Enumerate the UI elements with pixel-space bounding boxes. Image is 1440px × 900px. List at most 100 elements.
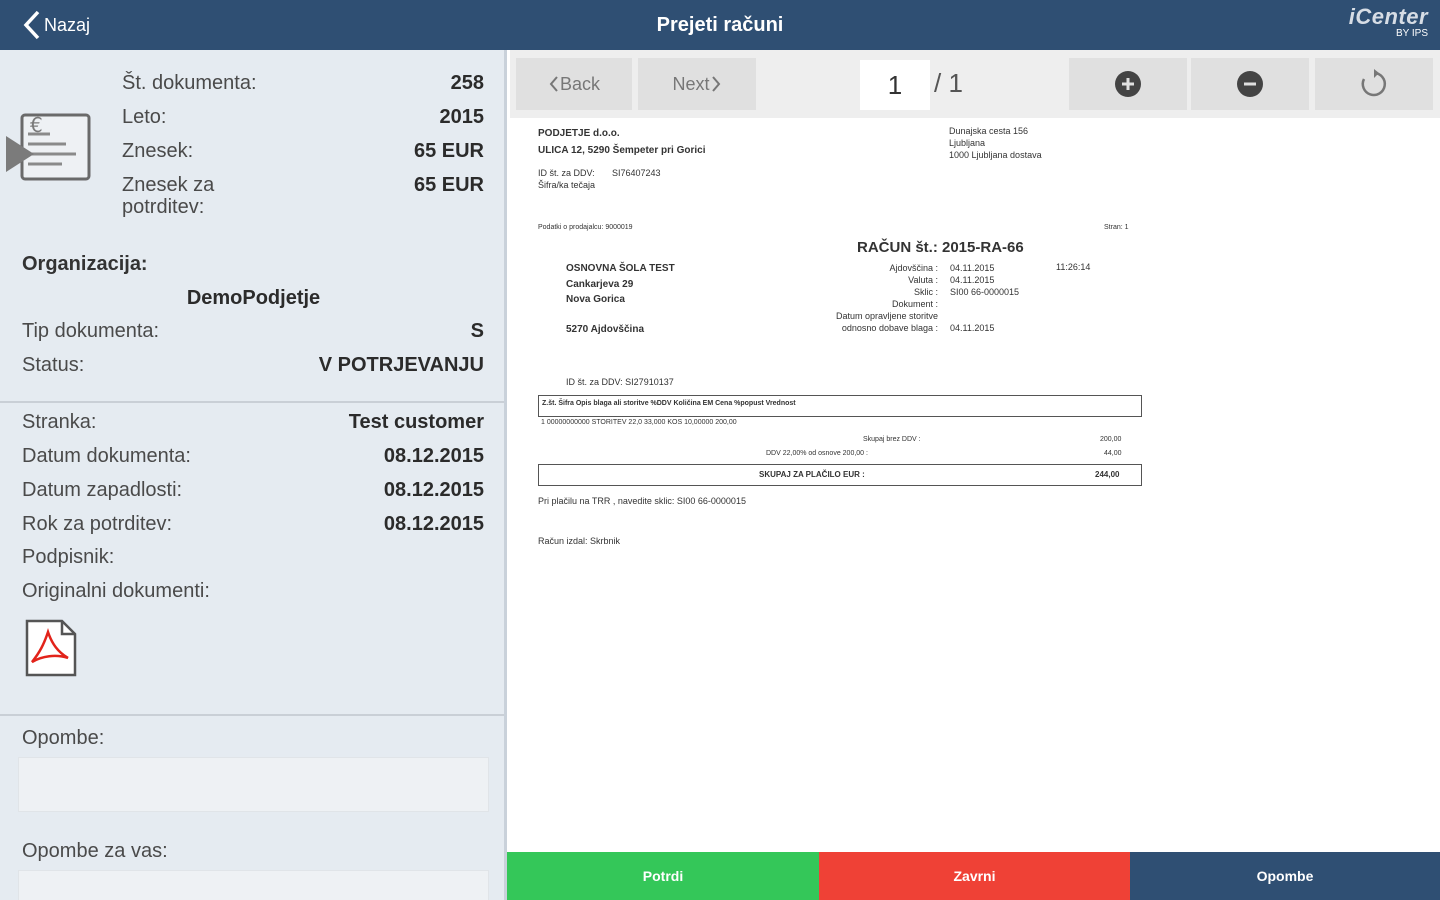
invoice-payment-note: Pri plačilu na TRR , navedite sklic: SI0…: [538, 496, 746, 506]
doc-type-label: Tip dokumenta:: [22, 320, 160, 342]
viewer-next-button[interactable]: Next: [638, 58, 756, 110]
page-number-input[interactable]: [860, 60, 930, 110]
svg-text:€: €: [30, 113, 43, 137]
zoom-in-button[interactable]: [1069, 58, 1187, 110]
page-total: / 1: [934, 68, 963, 98]
invoice-right-address-3: 1000 Ljubljana dostava: [949, 150, 1042, 160]
pdf-file-icon[interactable]: [24, 618, 78, 678]
status-value: V POTRJEVANJU: [318, 354, 484, 376]
notes-label: Opombe:: [22, 727, 105, 749]
organization-label: Organizacija:: [22, 253, 148, 275]
amount-confirm-row: Znesek za potrditev: 65 EUR: [122, 174, 484, 218]
notes-for-you-label: Opombe za vas:: [22, 840, 168, 862]
due-date-row: Datum zapadlosti: 08.12.2015: [22, 479, 484, 502]
invoice-company: PODJETJE d.o.o.: [538, 128, 620, 139]
plus-circle-icon: [1115, 71, 1141, 97]
invoice-company-address: ULICA 12, 5290 Šempeter pri Gorici: [538, 145, 706, 156]
year-label: Leto:: [122, 106, 167, 128]
customer-row: Stranka: Test customer: [22, 411, 484, 434]
customer-label: Stranka:: [22, 411, 97, 433]
status-row: Status: V POTRJEVANJU: [22, 354, 484, 377]
doc-type-value: S: [470, 320, 484, 342]
top-bar: Nazaj Prejeti računi iCenter BY IPS: [0, 0, 1440, 50]
original-docs-label: Originalni dokumenti:: [22, 580, 210, 602]
invoice-meta-time: 11:26:14: [1056, 262, 1091, 272]
invoice-table-header: Z.št. Šifra Opis blaga ali storitve %DDV…: [538, 395, 1142, 417]
invoice-page-label: Stran: 1: [1104, 224, 1129, 231]
due-date-label: Datum zapadlosti:: [22, 479, 183, 501]
logo-main: iCenter: [1348, 4, 1428, 29]
page-title: Prejeti računi: [656, 14, 784, 36]
invoice-right-address-1: Dunajska cesta 156: [949, 126, 1029, 136]
invoice-table-row: 1 00000000000 STORITEV 22,0 33,000 KOS 1…: [541, 419, 737, 426]
invoice-meta-labels: Ajdovščina : Valuta : Sklic : Dokument :…: [835, 263, 938, 333]
minus-circle-icon: [1237, 71, 1263, 97]
divider: [0, 714, 504, 716]
doc-date-row: Datum dokumenta: 08.12.2015: [22, 445, 484, 468]
doc-number-value: 258: [450, 72, 484, 94]
invoice-vat-line: DDV 22,00% od osnove 200,00 :: [766, 450, 868, 457]
amount-confirm-label: Znesek za potrditev:: [122, 174, 215, 218]
rotate-icon: [1361, 69, 1387, 97]
confirm-button[interactable]: Potrdi: [507, 852, 819, 900]
logo: iCenter BY IPS: [1349, 4, 1428, 39]
amount-value: 65 EUR: [413, 140, 484, 162]
confirm-deadline-label: Rok za potrditev:: [22, 513, 173, 535]
viewer-back-button[interactable]: Back: [516, 58, 632, 110]
doc-number-label: Št. dokumenta:: [122, 72, 257, 94]
invoice-buyer-2: Cankarjeva 29: [566, 279, 634, 290]
invoice-total-value: 244,00: [1095, 470, 1120, 479]
invoice-seller-label: Šifra/ka tečaja: [538, 180, 596, 190]
notes-for-you-input[interactable]: [18, 870, 489, 900]
invoice-subtotal-value: 200,00: [1100, 436, 1122, 443]
invoice-buyer-4: 5270 Ajdovščina: [566, 324, 645, 335]
viewer-toolbar: Back Next / 1: [510, 50, 1440, 118]
invoice-subtotal-label: Skupaj brez DDV :: [863, 436, 921, 443]
reject-label: Zavrni: [953, 868, 996, 884]
organization-name: DemoPodjetje: [186, 287, 321, 309]
invoice-total-label: SKUPAJ ZA PLAČILO EUR :: [759, 470, 865, 479]
document-details-panel: € Št. dokumenta: 258 Leto: 2015 Znesek: …: [0, 50, 507, 900]
document-viewer: Back Next / 1 PODJETJE d.o.o. ULICA 12, …: [510, 50, 1440, 852]
confirm-deadline-value: 08.12.2015: [383, 513, 484, 535]
notes-button[interactable]: Opombe: [1130, 852, 1440, 900]
signer-label: Podpisnik:: [22, 546, 115, 568]
doc-date-label: Datum dokumenta:: [22, 445, 191, 467]
year-value: 2015: [439, 106, 485, 128]
invoice-issuer: Račun izdal: Skrbnik: [538, 536, 621, 546]
doc-type-row: Tip dokumenta: S: [22, 320, 484, 343]
invoice-small-ref: Podatki o prodajalcu: 9000019: [538, 224, 633, 231]
due-date-value: 08.12.2015: [383, 479, 484, 501]
invoice-vat-value: SI76407243: [612, 168, 661, 178]
invoice-meta-values: 04.11.2015 04.11.2015 SI00 66-0000015 04…: [950, 263, 1020, 333]
reject-button[interactable]: Zavrni: [819, 852, 1130, 900]
status-label: Status:: [22, 354, 85, 376]
zoom-out-button[interactable]: [1191, 58, 1309, 110]
invoice-vat-label: ID št. za DDV:: [538, 168, 595, 178]
chevron-left-icon: [549, 76, 558, 92]
divider: [0, 401, 504, 403]
doc-number-row: Št. dokumenta: 258: [122, 72, 484, 95]
invoice-title: RAČUN št.: 2015-RA-66: [857, 239, 1024, 256]
year-row: Leto: 2015: [122, 106, 484, 129]
invoice-right-address-2: Ljubljana: [949, 138, 986, 148]
invoice-total-box: SKUPAJ ZA PLAČILO EUR : 244,00: [538, 464, 1142, 486]
viewer-back-label: Back: [559, 73, 601, 94]
notes-button-label: Opombe: [1256, 868, 1314, 884]
rotate-button[interactable]: [1315, 58, 1433, 110]
viewer-next-label: Next: [672, 73, 710, 94]
amount-row: Znesek: 65 EUR: [122, 140, 484, 163]
confirm-deadline-row: Rok za potrditev: 08.12.2015: [22, 513, 484, 536]
invoice-buyer-3: Nova Gorica: [566, 294, 625, 305]
invoice-buyer-vat: ID št. za DDV: SI27910137: [566, 377, 674, 387]
doc-date-value: 08.12.2015: [383, 445, 484, 467]
invoice-table-header-text: Z.št. Šifra Opis blaga ali storitve %DDV…: [542, 400, 796, 407]
chevron-right-icon: [711, 76, 720, 92]
amount-confirm-value: 65 EUR: [413, 174, 484, 196]
amount-label: Znesek:: [122, 140, 194, 162]
notes-input[interactable]: [18, 757, 489, 812]
invoice-buyer-1: OSNOVNA ŠOLA TEST: [566, 263, 675, 274]
confirm-label: Potrdi: [642, 868, 684, 884]
customer-value: Test customer: [348, 411, 484, 433]
invoice-vat-line-value: 44,00: [1104, 450, 1122, 457]
